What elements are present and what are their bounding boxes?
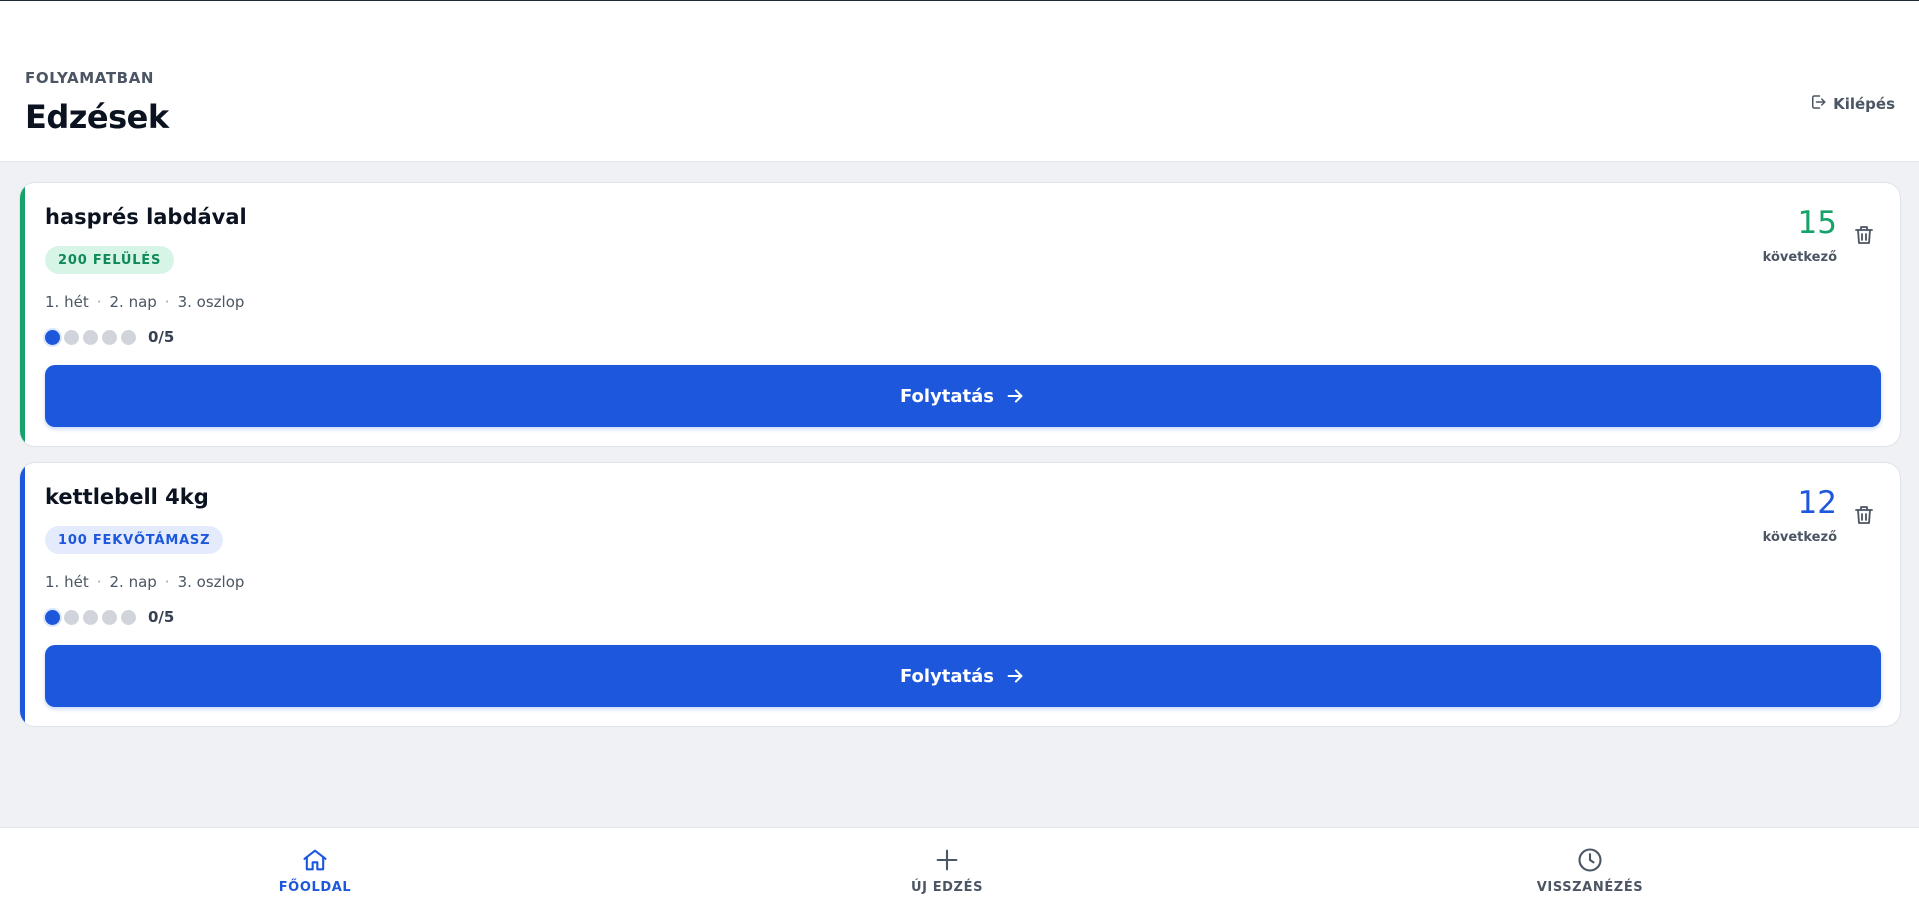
logout-label: Kilépés bbox=[1833, 95, 1895, 113]
trash-icon bbox=[1855, 506, 1873, 524]
nav-label: ÚJ EDZÉS bbox=[910, 880, 984, 895]
workout-name: hasprés labdával bbox=[45, 205, 247, 229]
continue-button[interactable]: Folytatás bbox=[45, 365, 1881, 427]
goal-badge: 100 FEKVŐTÁMASZ bbox=[45, 526, 224, 554]
next-reps-count: 12 bbox=[1797, 485, 1837, 521]
progress-dot bbox=[83, 329, 98, 345]
progress-dot-current bbox=[45, 329, 60, 345]
arrow-right-icon bbox=[1007, 669, 1023, 683]
logout-icon bbox=[1809, 93, 1827, 115]
workout-position: 1. hét · 2. nap · 3. oszlop bbox=[45, 293, 244, 311]
workout-card: hasprés labdával 200 FELÜLÉS 1. hét · 2.… bbox=[19, 182, 1901, 447]
set-progress: 0/5 bbox=[45, 608, 174, 626]
clock-icon bbox=[1578, 848, 1602, 872]
continue-button[interactable]: Folytatás bbox=[45, 645, 1881, 707]
home-icon bbox=[303, 849, 327, 871]
nav-item-home[interactable]: FŐOLDAL bbox=[215, 846, 415, 895]
progress-dot-current bbox=[45, 609, 60, 625]
page-eyebrow: FOLYAMATBAN bbox=[25, 69, 155, 87]
workout-list: hasprés labdával 200 FELÜLÉS 1. hét · 2.… bbox=[19, 182, 1901, 742]
day-label: 2. nap bbox=[109, 293, 157, 311]
progress-dot bbox=[102, 609, 117, 625]
goal-badge: 200 FELÜLÉS bbox=[45, 246, 175, 274]
progress-dot bbox=[64, 329, 79, 345]
logout-button[interactable]: Kilépés bbox=[1809, 93, 1895, 115]
week-label: 1. hét bbox=[45, 573, 89, 591]
separator-dot: · bbox=[96, 293, 102, 311]
next-reps-label: következő bbox=[1762, 250, 1837, 265]
day-label: 2. nap bbox=[109, 573, 157, 591]
set-progress: 0/5 bbox=[45, 328, 174, 346]
progress-dot bbox=[102, 329, 117, 345]
plus-icon bbox=[936, 849, 958, 871]
progress-dot bbox=[121, 329, 136, 345]
next-reps-count: 15 bbox=[1797, 205, 1837, 241]
progress-dot bbox=[64, 609, 79, 625]
separator-dot: · bbox=[96, 573, 102, 591]
delete-workout-button[interactable] bbox=[1852, 503, 1876, 527]
delete-workout-button[interactable] bbox=[1852, 223, 1876, 247]
workout-card: kettlebell 4kg 100 FEKVŐTÁMASZ 1. hét · … bbox=[19, 462, 1901, 727]
separator-dot: · bbox=[164, 293, 170, 311]
workout-position: 1. hét · 2. nap · 3. oszlop bbox=[45, 573, 244, 591]
nav-label: FŐOLDAL bbox=[278, 880, 352, 895]
progress-dot bbox=[121, 609, 136, 625]
arrow-right-icon bbox=[1007, 389, 1023, 403]
card-accent-bar bbox=[20, 463, 25, 726]
progress-text: 0/5 bbox=[148, 608, 175, 626]
nav-item-history[interactable]: VISSZANÉZÉS bbox=[1490, 846, 1690, 895]
column-label: 3. oszlop bbox=[177, 573, 245, 591]
workout-name: kettlebell 4kg bbox=[45, 485, 209, 509]
nav-item-new-workout[interactable]: ÚJ EDZÉS bbox=[847, 846, 1047, 895]
week-label: 1. hét bbox=[45, 293, 89, 311]
card-accent-bar bbox=[20, 183, 25, 446]
app-page: FOLYAMATBAN Edzések Kilépés hasprés labd… bbox=[0, 0, 1919, 911]
progress-dot bbox=[83, 609, 98, 625]
nav-label: VISSZANÉZÉS bbox=[1536, 880, 1644, 895]
page-header: FOLYAMATBAN Edzések Kilépés bbox=[0, 1, 1919, 162]
continue-label: Folytatás bbox=[899, 665, 995, 687]
bottom-navigation: FŐOLDAL ÚJ EDZÉS VISSZANÉZÉS bbox=[0, 827, 1919, 911]
next-reps-label: következő bbox=[1762, 530, 1837, 545]
trash-icon bbox=[1855, 226, 1873, 244]
progress-text: 0/5 bbox=[148, 328, 175, 346]
column-label: 3. oszlop bbox=[177, 293, 245, 311]
continue-label: Folytatás bbox=[899, 385, 995, 407]
page-title: Edzések bbox=[25, 98, 169, 136]
separator-dot: · bbox=[164, 573, 170, 591]
